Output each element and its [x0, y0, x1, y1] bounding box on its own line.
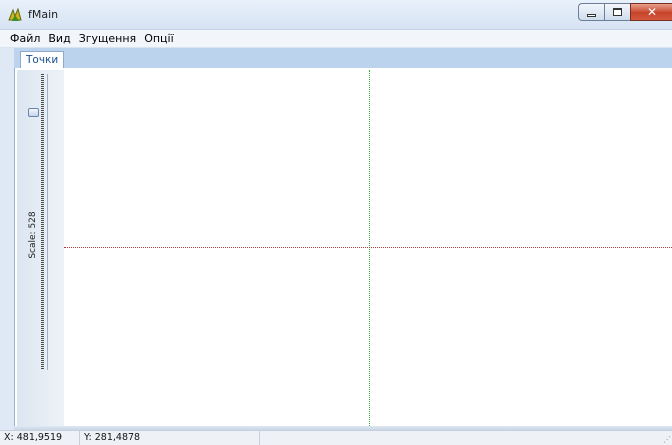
- y-axis-line: [369, 70, 370, 426]
- maximize-icon: [613, 8, 622, 16]
- menu-options[interactable]: Опції: [140, 32, 177, 45]
- plot-canvas[interactable]: [64, 70, 672, 426]
- main-window: fMain ✕ Файл Вид Згущення Опції Точки Sc…: [0, 0, 672, 445]
- scale-slider[interactable]: Scale: 528: [17, 70, 64, 426]
- status-y-coordinate: Y: 281,4878: [80, 430, 260, 445]
- caption-buttons: ✕: [578, 3, 672, 21]
- menu-thickening[interactable]: Згущення: [75, 32, 140, 45]
- window-title: fMain: [28, 8, 59, 21]
- tab-strip: Точки: [14, 48, 672, 69]
- close-icon: ✕: [646, 5, 658, 19]
- minimize-button[interactable]: [578, 3, 604, 21]
- slider-ticks: [41, 74, 44, 370]
- tab-points[interactable]: Точки: [20, 51, 65, 69]
- maximize-button[interactable]: [604, 3, 630, 21]
- menu-bar: Файл Вид Згущення Опції: [0, 30, 672, 48]
- close-button[interactable]: ✕: [630, 3, 672, 21]
- status-bar: X: 481,9519 Y: 281,4878 ⋰: [0, 430, 672, 445]
- status-x-coordinate: X: 481,9519: [0, 430, 80, 445]
- menu-file[interactable]: Файл: [6, 32, 44, 45]
- slider-thumb-icon[interactable]: [28, 108, 39, 117]
- resize-grip-icon[interactable]: ⋰: [663, 435, 671, 444]
- scale-label: Scale: 528: [28, 211, 38, 259]
- menu-view[interactable]: Вид: [44, 32, 74, 45]
- x-axis-line: [64, 247, 672, 248]
- app-icon: [8, 7, 22, 21]
- slider-track: [47, 74, 48, 370]
- minimize-icon: [587, 14, 596, 17]
- title-bar[interactable]: fMain ✕: [0, 0, 672, 30]
